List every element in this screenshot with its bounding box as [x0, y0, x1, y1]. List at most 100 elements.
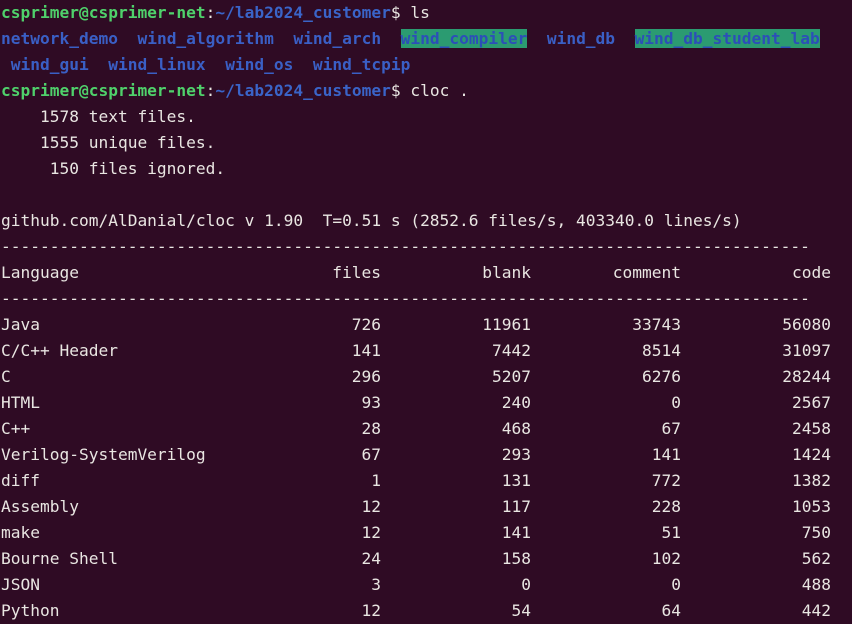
terminal-window[interactable]: csprimer@csprimer-net:~/lab2024_customer…: [0, 0, 852, 621]
table-row: C++ 28 468 67 2458: [0, 416, 852, 442]
cell-language: make: [1, 523, 40, 542]
table-body: Java 726 11961 33743 56080 C/C++ Header 141 744…: [0, 312, 852, 624]
directory-entry: wind_tcpip: [312, 55, 411, 74]
cell-code: 750: [801, 523, 831, 542]
directory-entry: network_demo: [1, 29, 118, 48]
cell-comment: 6276: [642, 367, 681, 386]
cell-language: Python: [1, 601, 60, 620]
cell-comment: 33743: [632, 315, 681, 334]
table-row: diff 1 131 772 1382: [0, 468, 852, 494]
cell-blank: 0: [521, 575, 531, 594]
directory-entry: wind_os: [225, 55, 294, 74]
header-files: files: [332, 263, 381, 282]
cell-language: Java: [1, 315, 40, 334]
table-row: JSON 3 0 0 488: [0, 572, 852, 598]
prompt-line-cloc: csprimer@csprimer-net:~/lab2024_customer…: [0, 78, 852, 104]
cell-files: 3: [371, 575, 381, 594]
table-row: make 12 141 51 750: [0, 520, 852, 546]
cell-files: 12: [361, 497, 382, 516]
cell-code: 488: [801, 575, 831, 594]
directory-entry: wind_arch: [293, 29, 382, 48]
cell-code: 562: [801, 549, 831, 568]
prompt-user-host: csprimer@csprimer-net: [1, 81, 206, 100]
cell-code: 28244: [782, 367, 831, 386]
ls-output-row-2: wind_gui wind_linux wind_os wind_tcpip: [0, 52, 852, 78]
cell-language: Bourne Shell: [1, 549, 118, 568]
prompt-line-ls: csprimer@csprimer-net:~/lab2024_customer…: [0, 0, 852, 26]
table-header-row: Language files blank comment code: [0, 260, 852, 286]
cell-comment: 102: [651, 549, 681, 568]
cell-comment: 8514: [642, 341, 681, 360]
cell-files: 12: [361, 523, 382, 542]
cell-comment: 64: [661, 601, 682, 620]
cell-comment: 141: [651, 445, 681, 464]
header-language: Language: [1, 263, 79, 282]
cell-comment: 772: [651, 471, 681, 490]
table-row: Python 12 54 64 442: [0, 598, 852, 624]
summary-ignored-files: 150 files ignored.: [1, 159, 226, 178]
cell-language: C/C++ Header: [1, 341, 118, 360]
cell-code: 56080: [782, 315, 831, 334]
table-separator-top: ----------------------------------------…: [1, 237, 810, 256]
cell-language: Verilog-SystemVerilog: [1, 445, 206, 464]
cloc-version-line: github.com/AlDanial/cloc v 1.90 T=0.51 s…: [1, 211, 742, 230]
table-row: HTML 93 240 0 2567: [0, 390, 852, 416]
directory-entry: wind_linux: [108, 55, 206, 74]
cell-code: 442: [801, 601, 831, 620]
cell-blank: 11961: [482, 315, 531, 334]
cell-blank: 54: [511, 601, 532, 620]
directory-entry: wind_db_student_lab: [634, 29, 820, 48]
cell-language: HTML: [1, 393, 40, 412]
cell-code: 1424: [792, 445, 831, 464]
table-row: Java 726 11961 33743 56080: [0, 312, 852, 338]
cell-files: 726: [351, 315, 381, 334]
cell-language: JSON: [1, 575, 40, 594]
cell-code: 2567: [792, 393, 831, 412]
cell-blank: 117: [501, 497, 531, 516]
cell-language: C++: [1, 419, 31, 438]
directory-entry: wind_compiler: [400, 29, 528, 48]
cell-comment: 228: [651, 497, 681, 516]
cell-files: 141: [351, 341, 381, 360]
cell-blank: 7442: [492, 341, 531, 360]
prompt-colon: :: [205, 81, 216, 100]
summary-text-files: 1578 text files.: [1, 107, 196, 126]
ls-output-row-1: network_demo wind_algorithm wind_arch wi…: [0, 26, 852, 52]
cell-blank: 131: [501, 471, 531, 490]
cell-code: 31097: [782, 341, 831, 360]
cell-code: 2458: [792, 419, 831, 438]
directory-entry: wind_algorithm: [137, 29, 274, 48]
cell-language: diff: [1, 471, 40, 490]
prompt-symbol: $: [390, 81, 401, 100]
prompt-colon: :: [205, 3, 216, 22]
command-ls: ls: [410, 3, 430, 22]
header-comment: comment: [612, 263, 681, 282]
cell-files: 67: [361, 445, 382, 464]
table-row: C 296 5207 6276 28244: [0, 364, 852, 390]
directory-entry: wind_gui: [10, 55, 89, 74]
cell-files: 28: [361, 419, 382, 438]
cell-blank: 158: [501, 549, 531, 568]
cell-code: 1382: [792, 471, 831, 490]
directory-entry: wind_db: [546, 29, 616, 48]
cell-language: Assembly: [1, 497, 79, 516]
summary-unique-files: 1555 unique files.: [1, 133, 216, 152]
cell-files: 24: [361, 549, 382, 568]
table-row: C/C++ Header 141 7442 8514 31097: [0, 338, 852, 364]
table-row: Verilog-SystemVerilog 67 293 141 1424: [0, 442, 852, 468]
cell-blank: 468: [501, 419, 531, 438]
prompt-user-host: csprimer@csprimer-net: [1, 3, 206, 22]
cell-comment: 0: [671, 393, 681, 412]
cell-blank: 240: [501, 393, 531, 412]
cell-comment: 51: [661, 523, 682, 542]
command-cloc: cloc .: [410, 81, 469, 100]
cell-code: 1053: [792, 497, 831, 516]
header-blank: blank: [482, 263, 531, 282]
prompt-path: ~/lab2024_customer: [215, 3, 391, 22]
cell-files: 12: [361, 601, 382, 620]
cell-files: 93: [361, 393, 382, 412]
table-row: Assembly 12 117 228 1053: [0, 494, 852, 520]
header-code: code: [792, 263, 831, 282]
table-separator-mid: ----------------------------------------…: [1, 289, 810, 308]
